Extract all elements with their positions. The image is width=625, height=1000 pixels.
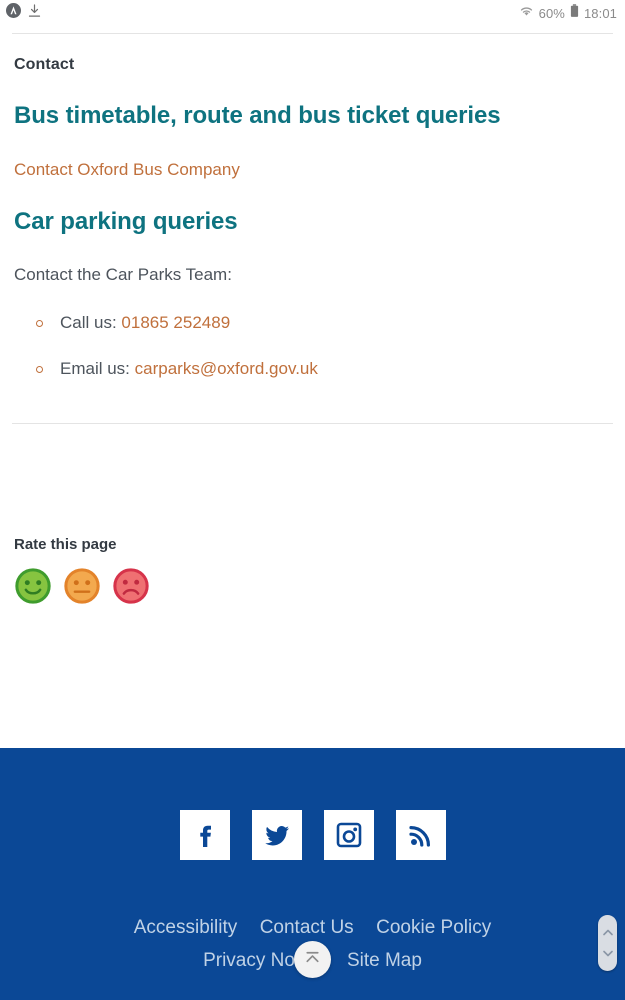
scroll-to-top-button[interactable] xyxy=(294,941,331,978)
wifi-icon xyxy=(519,4,534,22)
footer-link-site-map[interactable]: Site Map xyxy=(347,951,422,970)
twitter-icon[interactable] xyxy=(251,810,302,860)
instagram-icon[interactable] xyxy=(323,810,374,860)
email-us-label: Email us: xyxy=(60,358,135,378)
heading-car-parking-queries: Car parking queries xyxy=(14,208,238,236)
battery-icon xyxy=(570,3,579,23)
status-bar-right: 60% 18:01 xyxy=(519,3,617,23)
list-item: Call us: 01865 252489 xyxy=(14,313,611,333)
footer-link-contact-us[interactable]: Contact Us xyxy=(260,918,354,937)
contact-methods-list: Call us: 01865 252489 Email us: carparks… xyxy=(14,313,611,379)
list-item: Email us: carparks@oxford.gov.uk xyxy=(14,359,611,379)
facebook-icon[interactable] xyxy=(179,810,230,860)
heading-bus-queries: Bus timetable, route and bus ticket quer… xyxy=(14,102,501,129)
status-bar: 60% 18:01 xyxy=(0,0,625,26)
happy-face-icon[interactable] xyxy=(14,567,52,605)
contact-section-label: Contact xyxy=(14,56,75,73)
sad-face-icon[interactable] xyxy=(112,567,150,605)
bullet-circle-icon xyxy=(36,365,43,373)
rating-options xyxy=(14,567,611,605)
call-us-label: Call us: xyxy=(60,312,122,332)
download-icon xyxy=(28,3,41,23)
scrollbar-thumb[interactable] xyxy=(598,915,617,971)
footer-link-cookie-policy[interactable]: Cookie Policy xyxy=(376,918,491,937)
neutral-face-icon[interactable] xyxy=(63,567,101,605)
bottom-divider xyxy=(12,422,613,424)
clock-label: 18:01 xyxy=(583,5,617,21)
footer-link-accessibility[interactable]: Accessibility xyxy=(134,918,237,937)
top-divider xyxy=(12,33,613,34)
screen: 60% 18:01 Contact Bus timetable, route a… xyxy=(0,0,625,1000)
chevron-up-icon xyxy=(602,929,613,936)
rate-this-page-section: Rate this page xyxy=(0,536,625,605)
email-link[interactable]: carparks@oxford.gov.uk xyxy=(135,359,318,378)
app-badge-icon xyxy=(6,3,21,23)
footer-links-row-1: Accessibility Contact Us Cookie Policy xyxy=(0,918,625,937)
social-links xyxy=(0,748,625,860)
status-bar-left xyxy=(6,3,41,23)
link-oxford-bus-company[interactable]: Contact Oxford Bus Company xyxy=(14,160,240,179)
battery-percent-label: 60% xyxy=(538,5,565,21)
rate-this-page-title: Rate this page xyxy=(14,535,117,553)
link-oxford-bus-company-row: Contact Oxford Bus Company xyxy=(14,160,611,180)
scroll-to-top-icon xyxy=(303,948,322,972)
paragraph-contact-car-parks: Contact the Car Parks Team: xyxy=(14,264,232,284)
rss-icon[interactable] xyxy=(395,810,446,860)
bullet-circle-icon xyxy=(36,319,43,327)
page-content: Contact Bus timetable, route and bus tic… xyxy=(0,26,625,605)
article-body: Contact Bus timetable, route and bus tic… xyxy=(0,56,625,379)
chevron-down-icon xyxy=(602,950,613,957)
phone-link[interactable]: 01865 252489 xyxy=(121,313,230,332)
